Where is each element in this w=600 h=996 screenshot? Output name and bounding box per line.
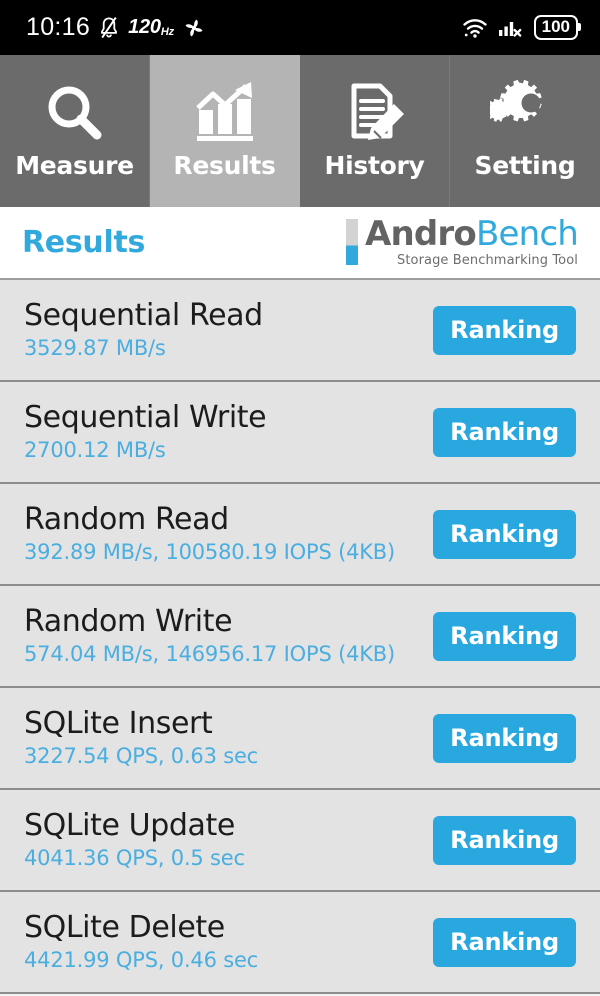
main-tab-bar: Measure Results History Setting — [0, 55, 600, 207]
result-value: 4421.99 QPS, 0.46 sec — [24, 948, 259, 972]
result-value: 4041.36 QPS, 0.5 sec — [24, 846, 245, 870]
battery-indicator: 100 — [533, 15, 582, 40]
table-row[interactable]: SQLite Update 4041.36 QPS, 0.5 sec Ranki… — [0, 790, 600, 894]
ranking-button[interactable]: Ranking — [433, 305, 576, 355]
logo-text: AndroBench Storage Benchmarking Tool — [364, 214, 579, 268]
table-row[interactable]: Sequential Write 2700.12 MB/s Ranking — [0, 382, 600, 486]
tab-history-label: History — [324, 151, 425, 180]
bar-chart-trend-icon — [191, 77, 259, 149]
result-name: SQLite Delete — [24, 910, 225, 945]
result-name: Sequential Read — [24, 298, 263, 333]
page-title: Results — [22, 225, 146, 260]
result-name: SQLite Insert — [24, 706, 213, 741]
result-name: SQLite Update — [24, 808, 235, 843]
logo-primary-word: Andro — [364, 214, 477, 254]
tab-results-label: Results — [173, 151, 276, 180]
status-clock: 10:16 — [26, 13, 91, 41]
table-row[interactable]: Random Read 392.89 MB/s, 100580.19 IOPS … — [0, 484, 600, 588]
cellular-signal-off-icon — [498, 17, 524, 39]
page-header: Results AndroBench Storage Benchmarking … — [0, 207, 600, 280]
result-item-texts: Random Write 574.04 MB/s, 146956.17 IOPS… — [24, 604, 395, 668]
ranking-button[interactable]: Ranking — [433, 713, 576, 763]
table-row[interactable]: Random Write 574.04 MB/s, 146956.17 IOPS… — [0, 586, 600, 690]
status-bar-left: 10:16 120Hz — [26, 13, 205, 42]
tab-measure-label: Measure — [15, 151, 134, 180]
status-bar-right: 100 — [462, 15, 582, 40]
table-row[interactable]: SQLite Delete 4421.99 QPS, 0.46 sec Rank… — [0, 892, 600, 996]
tab-measure[interactable]: Measure — [0, 55, 150, 207]
result-value: 3529.87 MB/s — [24, 336, 166, 360]
androbench-app: 10:16 120Hz 100 Measure Results History … — [0, 0, 600, 996]
tab-history[interactable]: History — [300, 55, 450, 207]
wifi-icon — [462, 17, 488, 39]
result-item-texts: SQLite Insert 3227.54 QPS, 0.63 sec — [24, 706, 258, 770]
fan-icon — [183, 17, 205, 39]
result-item-texts: SQLite Update 4041.36 QPS, 0.5 sec — [24, 808, 245, 872]
result-value: 2700.12 MB/s — [24, 438, 166, 462]
androbench-logo: AndroBench Storage Benchmarking Tool — [345, 214, 579, 268]
ranking-button[interactable]: Ranking — [433, 917, 576, 967]
bell-muted-icon — [99, 16, 119, 40]
tab-setting[interactable]: Setting — [450, 55, 600, 207]
result-item-texts: Sequential Write 2700.12 MB/s — [24, 400, 267, 464]
ranking-button[interactable]: Ranking — [433, 611, 576, 661]
table-row[interactable]: SQLite Insert 3227.54 QPS, 0.63 sec Rank… — [0, 688, 600, 792]
logo-bar-icon — [345, 219, 358, 265]
table-row[interactable]: Sequential Read 3529.87 MB/s Ranking — [0, 280, 600, 384]
result-name: Random Read — [24, 502, 229, 537]
result-value: 3227.54 QPS, 0.63 sec — [24, 744, 259, 768]
result-item-texts: Random Read 392.89 MB/s, 100580.19 IOPS … — [24, 502, 395, 566]
ranking-button[interactable]: Ranking — [433, 815, 576, 865]
logo-wordmark: AndroBench — [364, 214, 579, 254]
result-item-texts: Sequential Read 3529.87 MB/s — [24, 298, 263, 362]
results-list: Sequential Read 3529.87 MB/s Ranking Seq… — [0, 280, 600, 996]
result-value: 574.04 MB/s, 146956.17 IOPS (4KB) — [24, 642, 396, 666]
ranking-button[interactable]: Ranking — [433, 407, 576, 457]
refresh-rate-indicator: 120Hz — [128, 16, 174, 38]
result-item-texts: SQLite Delete 4421.99 QPS, 0.46 sec — [24, 910, 258, 974]
magnifier-icon — [42, 77, 108, 149]
status-bar: 10:16 120Hz 100 — [0, 0, 600, 55]
result-value: 392.89 MB/s, 100580.19 IOPS (4KB) — [24, 540, 396, 564]
result-name: Sequential Write — [24, 400, 267, 435]
document-pencil-icon — [342, 77, 408, 149]
result-name: Random Write — [24, 604, 233, 639]
tab-results[interactable]: Results — [150, 55, 300, 207]
tab-setting-label: Setting — [474, 151, 576, 180]
gears-icon — [490, 77, 560, 149]
logo-tagline: Storage Benchmarking Tool — [396, 253, 578, 268]
logo-secondary-word: Bench — [475, 214, 579, 254]
ranking-button[interactable]: Ranking — [433, 509, 576, 559]
